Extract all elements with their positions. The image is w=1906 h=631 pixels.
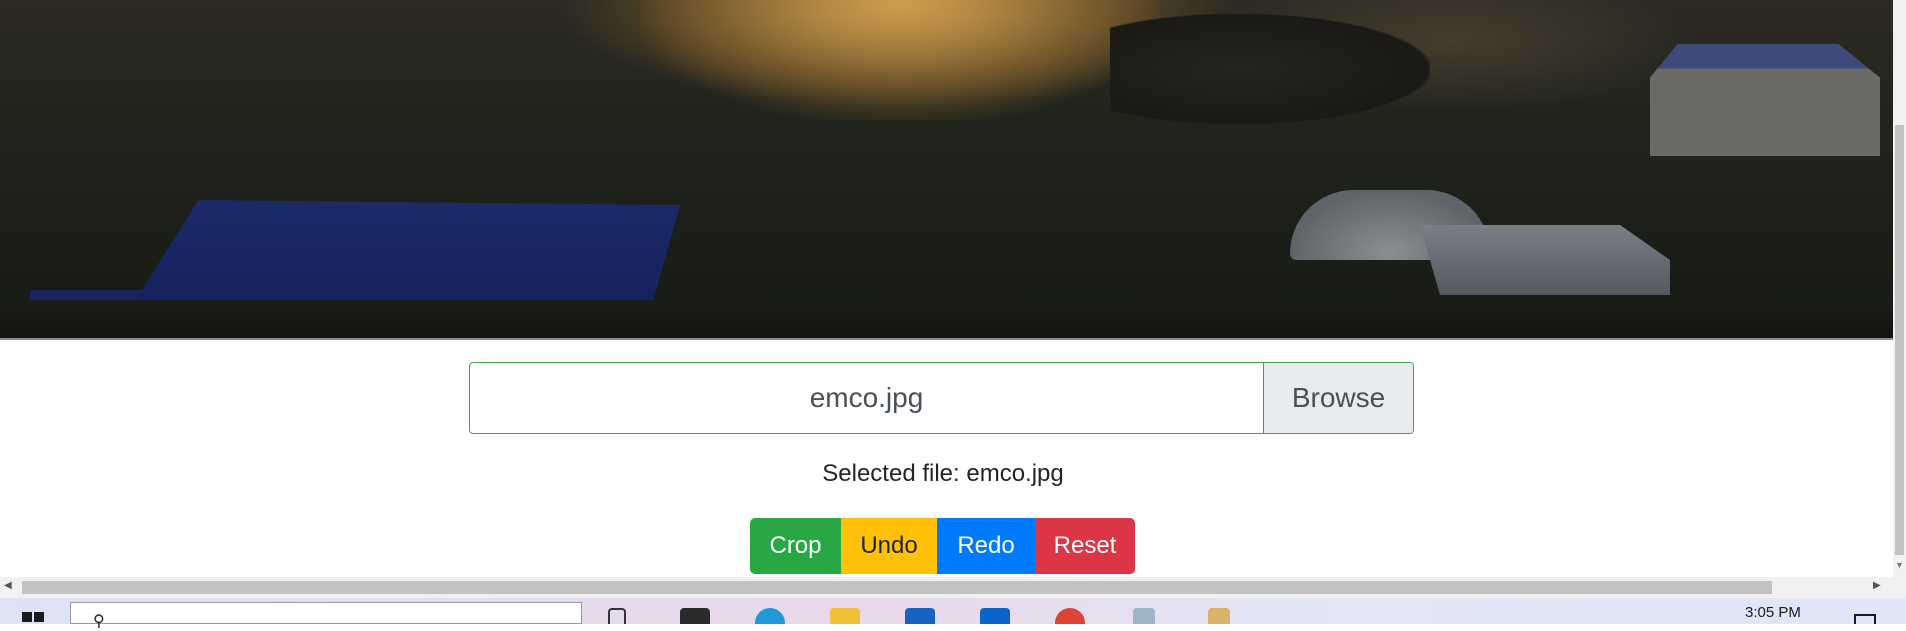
edge-icon[interactable] [755, 608, 785, 624]
image-border [0, 338, 1893, 340]
scroll-left-arrow-icon[interactable]: ◀ [4, 580, 12, 591]
browse-button[interactable]: Browse [1263, 363, 1413, 433]
scroll-right-arrow-icon[interactable]: ▶ [1873, 580, 1881, 591]
mail-icon[interactable] [905, 608, 935, 624]
scroll-down-arrow-icon[interactable]: ▼ [1895, 560, 1904, 570]
terminal-icon[interactable] [680, 608, 710, 624]
horizontal-scrollbar[interactable]: ◀ ▶ [0, 577, 1906, 598]
vertical-scroll-thumb[interactable] [1895, 125, 1904, 555]
redo-button[interactable]: Redo [937, 518, 1035, 574]
file-input-group[interactable]: emco.jpg Browse [469, 362, 1414, 434]
crop-button[interactable]: Crop [750, 518, 841, 574]
task-view-icon[interactable] [608, 608, 626, 624]
selected-file-label: Selected file: emco.jpg [822, 460, 1064, 487]
metal-shed [1420, 225, 1670, 295]
browser-viewport: emco.jpg Browse Selected file: emco.jpg … [0, 0, 1893, 577]
reset-button[interactable]: Reset [1035, 518, 1135, 574]
notepad-icon[interactable] [1133, 608, 1155, 624]
notifications-icon[interactable] [1854, 614, 1876, 624]
rock-outcrop [1110, 14, 1430, 124]
sunlit-hillside [640, 0, 1160, 120]
crop-image-preview[interactable] [0, 0, 1893, 338]
paint-icon[interactable] [1208, 608, 1230, 624]
hut-right [1650, 44, 1880, 156]
file-explorer-icon[interactable] [830, 608, 860, 624]
windows-start-icon[interactable] [22, 612, 46, 624]
horizontal-scroll-thumb[interactable] [22, 581, 1772, 594]
vertical-scrollbar[interactable]: ▼ [1893, 0, 1906, 577]
taskbar-clock[interactable]: 3:05 PM [1745, 604, 1801, 621]
windows-taskbar: ⚲ 3:05 PM [0, 598, 1906, 630]
file-name-display[interactable]: emco.jpg [470, 363, 1263, 433]
action-button-group: Crop Undo Redo Reset [750, 518, 1135, 574]
search-icon: ⚲ [93, 613, 105, 630]
taskbar-search-box[interactable]: ⚲ [70, 602, 582, 630]
outlook-icon[interactable] [980, 608, 1010, 624]
chrome-icon[interactable] [1055, 608, 1085, 624]
ground-shadow [0, 300, 1893, 338]
undo-button[interactable]: Undo [841, 518, 937, 574]
